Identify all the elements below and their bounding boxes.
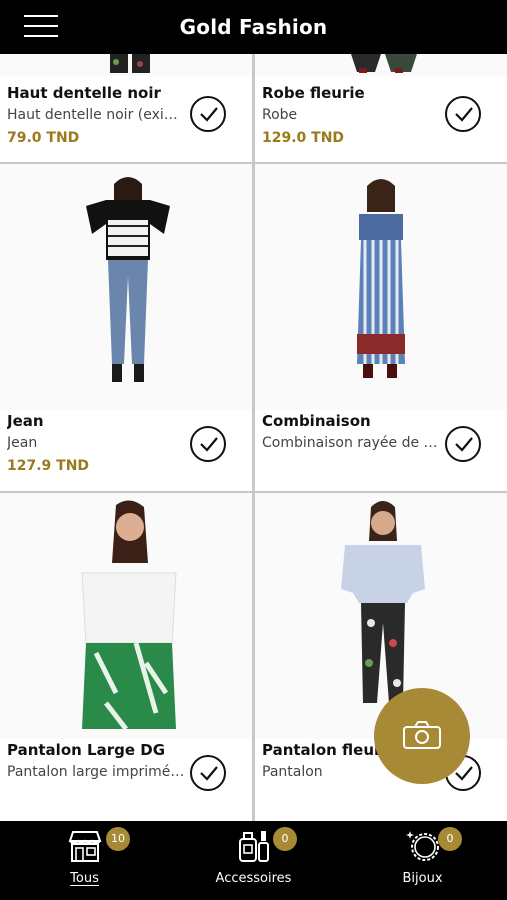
app-header: Gold Fashion — [0, 0, 507, 54]
product-name: Combinaison — [262, 412, 371, 430]
bottom-tab-bar: 10 Tous 0 Accessoires 0 Bijoux — [0, 821, 507, 900]
camera-button[interactable] — [374, 688, 470, 784]
count-badge: 0 — [438, 827, 462, 851]
product-name: Pantalon Large DG — [7, 741, 166, 759]
product-card[interactable]: Pantalon fleuri Pantalon — [255, 493, 507, 821]
tab-tous[interactable]: 10 Tous — [0, 821, 169, 900]
product-name: Robe fleurie — [262, 84, 365, 102]
necklace-icon — [405, 831, 439, 861]
product-card[interactable]: Robe fleurie Robe 129.0 TND — [255, 54, 507, 162]
product-card[interactable]: Combinaison Combinaison rayée de blanc — [255, 164, 507, 491]
product-card[interactable]: Pantalon Large DG Pantalon large imprimé… — [0, 493, 252, 821]
product-description: Haut dentelle noir (existe en blanc) — [7, 107, 185, 123]
product-image — [0, 54, 252, 76]
product-name: Haut dentelle noir — [7, 84, 161, 102]
product-price: 79.0 TND — [7, 130, 80, 146]
product-card[interactable]: Jean Jean 127.9 TND — [0, 164, 252, 491]
check-icon[interactable] — [445, 426, 481, 462]
product-name: Jean — [7, 412, 44, 430]
tab-accessoires[interactable]: 0 Accessoires — [169, 821, 338, 900]
tab-bijoux[interactable]: 0 Bijoux — [338, 821, 507, 900]
tab-label: Tous — [70, 871, 99, 886]
product-card[interactable]: Haut dentelle noir Haut dentelle noir (e… — [0, 54, 252, 162]
product-image — [255, 164, 507, 410]
product-price: 127.9 TND — [7, 458, 90, 474]
page-title: Gold Fashion — [179, 15, 328, 39]
count-badge: 0 — [273, 827, 297, 851]
shop-icon — [68, 831, 101, 862]
tab-label: Accessoires — [215, 871, 292, 886]
product-description: Pantalon large imprimé palmes — [7, 764, 185, 780]
check-icon[interactable] — [190, 426, 226, 462]
cart-count-badge: 10 — [106, 827, 130, 851]
tab-label: Bijoux — [402, 871, 443, 886]
product-image — [255, 493, 507, 739]
product-price: 129.0 TND — [262, 130, 345, 146]
product-description: Combinaison rayée de blanc — [262, 435, 440, 451]
check-icon[interactable] — [190, 755, 226, 791]
product-image — [255, 54, 507, 76]
product-description: Jean — [7, 435, 38, 451]
accessories-icon — [238, 831, 269, 862]
product-image — [0, 493, 252, 739]
check-icon[interactable] — [190, 96, 226, 132]
product-description: Robe — [262, 107, 298, 123]
camera-icon — [403, 721, 441, 749]
check-icon[interactable] — [445, 96, 481, 132]
product-image — [0, 164, 252, 410]
